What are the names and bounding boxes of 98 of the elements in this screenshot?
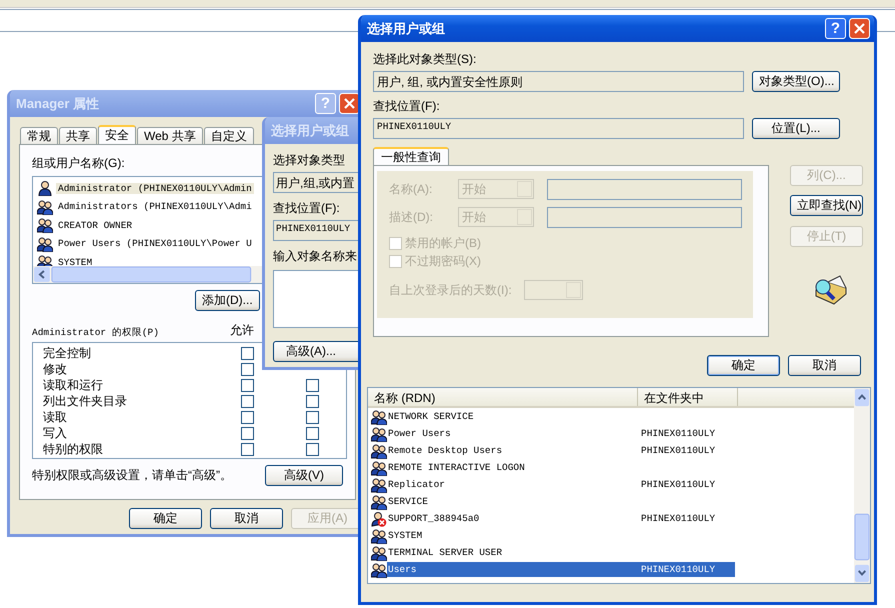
disabled-user-icon [371,510,387,526]
result-name: NETWORK SERVICE [387,411,475,422]
group-icon [371,460,387,476]
allow-checkbox[interactable] [241,346,254,360]
permission-name: 修改 [43,360,68,378]
name-input-field[interactable] [547,178,742,200]
checkbox-label: 不过期密码(X) [405,252,481,270]
deny-checkbox[interactable] [306,410,319,424]
side-button[interactable]: 立即查找(N) [790,195,863,216]
window-title: 选择用户或组 [271,122,350,140]
result-row[interactable]: SYSTEM [387,528,735,543]
allow-checkbox[interactable] [241,410,254,424]
vertical-scrollbar[interactable] [854,388,870,583]
allow-checkbox[interactable] [241,378,254,392]
result-name: Replicator [387,479,446,490]
group-icon [371,544,387,560]
days-label: 自上次登录后的天数(I): [389,282,512,298]
allow-checkbox[interactable] [241,442,254,456]
permissions-label: Administrator 的权限(P) [32,326,160,339]
group-icon [371,442,387,458]
list-item[interactable]: CREATOR OWNER [56,220,134,231]
result-folder: PHINEX0110ULY [641,564,716,575]
result-folder: PHINEX0110ULY [641,428,716,439]
location-label: 查找位置(F): [373,98,441,115]
hint-text: 特别权限或高级设置，请单击“高级”。 [32,467,232,484]
names-label: 输入对象名称来 [273,248,357,265]
location-label: 查找位置(F): [273,200,340,217]
window-title: 选择用户或组 [367,20,446,38]
locations-button[interactable]: 位置(L)... [752,118,840,139]
result-name: TERMINAL SERVER USER [387,547,504,558]
result-name: SERVICE [387,496,429,507]
object-type-field: 用户, 组, 或内置安全性原则 [373,71,744,92]
user-icon [37,180,53,196]
result-name: Power Users [387,428,452,439]
help-button[interactable]: ? [825,18,846,39]
close-icon[interactable] [849,18,870,39]
list-item[interactable]: Administrator (PHINEX0110ULY\Admin [56,182,254,194]
deny-checkbox[interactable] [306,442,319,456]
result-row[interactable]: SERVICE [387,494,735,509]
allow-checkbox[interactable] [241,362,254,376]
result-folder: PHINEX0110ULY [641,513,716,524]
permission-name: 写入 [43,424,68,442]
name-label: 名称(A): [389,180,434,198]
permission-name: 列出文件夹目录 [43,392,128,410]
object-types-button[interactable]: 对象类型(O)... [752,71,840,92]
deny-checkbox[interactable] [306,394,319,408]
location-field: PHINEX0110ULY [373,118,744,139]
result-row[interactable]: Users PHINEX0110ULY [387,562,735,577]
result-folder: PHINEX0110ULY [641,445,716,456]
deny-checkbox[interactable] [306,426,319,440]
checkbox[interactable] [389,236,402,250]
ok-button[interactable]: 确定 [707,355,780,376]
permission-name: 读取和运行 [43,376,104,394]
group-icon [371,408,387,424]
group-icon [371,476,387,492]
groups-label: 组或用户名称(G): [32,155,125,172]
allow-checkbox[interactable] [241,394,254,408]
group-icon [37,198,53,215]
object-type-label: 选择此对象类型(S): [373,51,478,68]
checkbox[interactable] [389,254,402,268]
permission-name: 完全控制 [43,344,92,362]
group-icon [371,562,387,578]
permission-name: 读取 [43,408,68,426]
column-header[interactable]: 名称 (RDN) [368,388,638,406]
group-icon [37,254,53,266]
description-input-field[interactable] [547,206,742,228]
result-row[interactable]: NETWORK SERVICE [387,409,735,424]
list-item[interactable]: Power Users (PHINEX0110ULY\Power U [56,238,254,250]
result-row[interactable]: Replicator PHINEX0110ULY [387,477,735,492]
deny-checkbox[interactable] [306,378,319,392]
result-name: SYSTEM [387,530,424,541]
result-name: REMOTE INTERACTIVE LOGON [387,462,526,473]
group-icon [37,217,53,234]
result-row[interactable]: Power Users PHINEX0110ULY [387,426,735,441]
result-folder: PHINEX0110ULY [641,479,716,490]
result-name: Users [387,564,418,575]
group-icon [37,236,53,252]
result-name: SUPPORT_388945a0 [387,513,480,524]
result-row[interactable]: Remote Desktop Users PHINEX0110ULY [387,443,735,458]
group-icon [371,528,387,544]
tab[interactable]: 一般性查询 [373,147,449,165]
group-icon [371,426,387,442]
object-type-label: 选择对象类型 [273,152,345,169]
permission-name: 特别的权限 [43,440,104,458]
result-row[interactable]: TERMINAL SERVER USER [387,545,735,560]
column-header: 允许 [229,322,255,339]
group-icon [371,494,387,510]
result-row[interactable]: REMOTE INTERACTIVE LOGON [387,460,735,475]
window-title: Manager 属性 [16,94,100,112]
checkbox-label: 禁用的帐户(B) [405,234,481,252]
result-row[interactable]: SUPPORT_388945a0 PHINEX0110ULY [387,511,735,526]
list-item[interactable]: SYSTEM [56,256,94,266]
cancel-button[interactable]: 取消 [788,355,861,376]
allow-checkbox[interactable] [241,426,254,440]
list-item[interactable]: Administrators (PHINEX0110ULY\Admi [56,201,254,212]
result-name: Remote Desktop Users [387,445,504,456]
column-header[interactable]: 在文件夹中 [638,388,738,406]
description-label: 描述(D): [389,208,434,226]
